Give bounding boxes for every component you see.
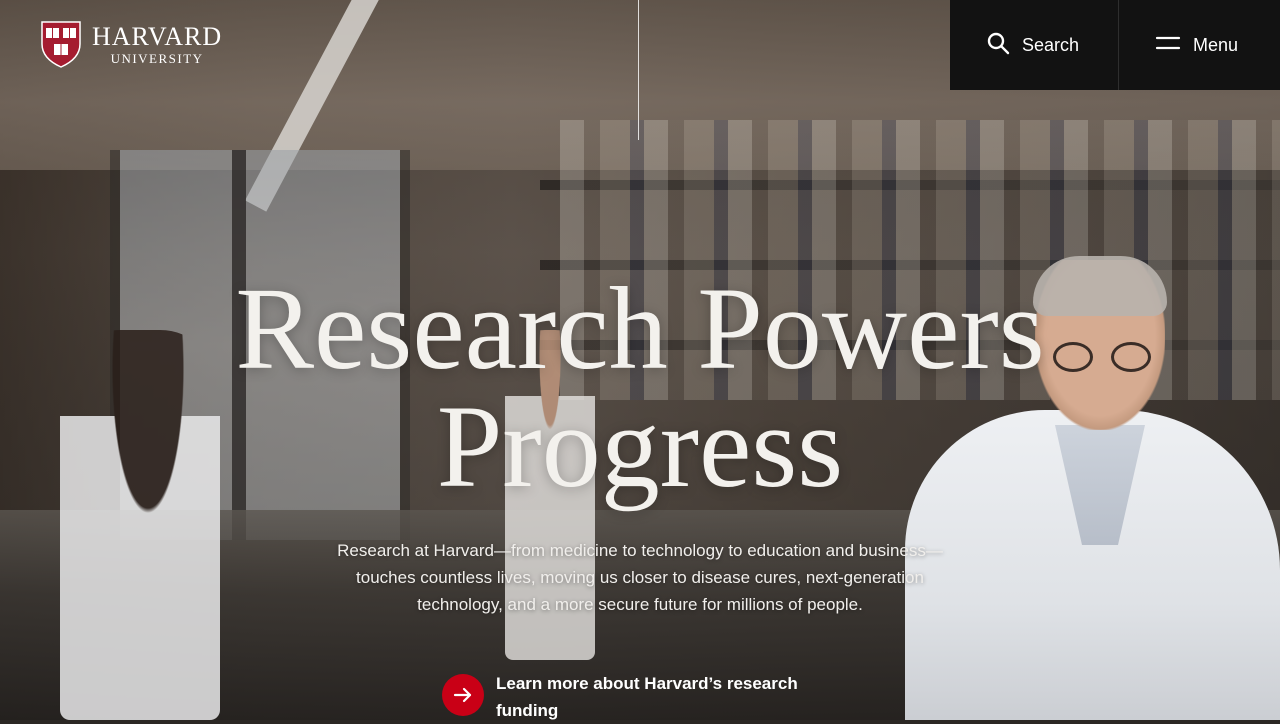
- wordmark: HARVARD UNIVERSITY: [92, 21, 223, 66]
- brand-name: HARVARD: [92, 21, 223, 51]
- utility-nav: Search Menu: [950, 0, 1280, 90]
- hero-description: Research at Harvard—from medicine to tec…: [337, 541, 943, 614]
- headline-line-2: Progress: [436, 381, 844, 512]
- divider-line: [638, 0, 639, 140]
- menu-button[interactable]: Menu: [1118, 0, 1280, 90]
- search-button[interactable]: Search: [950, 0, 1118, 90]
- harvard-shield-icon: [40, 20, 82, 68]
- research-funding-link[interactable]: Learn more about Harvard’s research fund…: [442, 670, 826, 724]
- search-label: Search: [1022, 34, 1080, 55]
- menu-label: Menu: [1193, 34, 1239, 55]
- harvard-logo-link[interactable]: HARVARD UNIVERSITY: [40, 20, 222, 68]
- hero-headline: Research Powers Progress: [0, 270, 1280, 506]
- search-icon: [986, 31, 1010, 60]
- hamburger-icon: [1155, 35, 1181, 56]
- headline-line-1: Research Powers: [235, 263, 1045, 394]
- arrow-right-icon: [442, 674, 484, 716]
- brand-sub: UNIVERSITY: [110, 50, 204, 66]
- cta-label: Learn more about Harvard’s research fund…: [496, 674, 798, 720]
